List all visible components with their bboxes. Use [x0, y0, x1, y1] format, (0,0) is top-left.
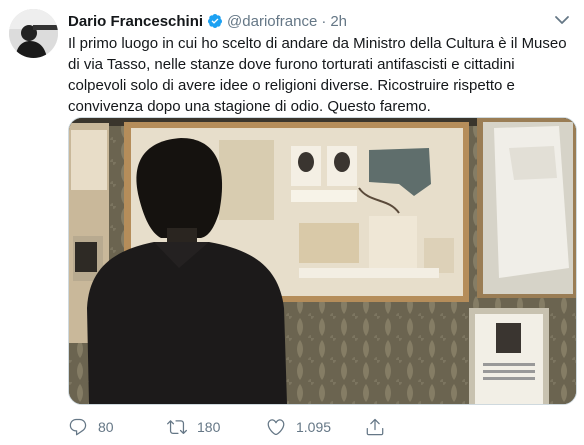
like-count: 1.095 — [296, 419, 332, 435]
tweet-header: Dario Franceschini @dariofrance · 2h — [68, 11, 347, 31]
author-handle[interactable]: @dariofrance — [227, 13, 317, 30]
share-button[interactable] — [365, 417, 385, 437]
retweet-icon — [167, 420, 187, 435]
author-name[interactable]: Dario Franceschini — [68, 13, 203, 30]
tweet-body: Il primo luogo in cui ho scelto di andar… — [68, 35, 567, 115]
reply-button[interactable]: 80 — [68, 417, 114, 437]
avatar[interactable] — [9, 9, 58, 58]
tweet-actions: 80 180 1.095 — [68, 417, 578, 441]
tweet-timestamp[interactable]: 2h — [330, 13, 347, 30]
verified-icon — [208, 14, 223, 28]
reply-count: 80 — [98, 419, 114, 435]
tweet-text: Il primo luogo in cui ho scelto di andar… — [68, 33, 576, 117]
museum-photo — [69, 118, 576, 404]
reply-icon — [69, 418, 87, 436]
like-icon — [267, 419, 285, 436]
share-icon — [366, 418, 384, 436]
like-button[interactable]: 1.095 — [266, 417, 331, 437]
separator-dot: · — [321, 12, 327, 30]
tweet-photo[interactable] — [68, 117, 577, 405]
more-icon[interactable] — [550, 10, 574, 30]
retweet-button[interactable]: 180 — [167, 417, 220, 437]
tweet: Dario Franceschini @dariofrance · 2h Il … — [0, 0, 584, 445]
retweet-count: 180 — [197, 419, 221, 435]
